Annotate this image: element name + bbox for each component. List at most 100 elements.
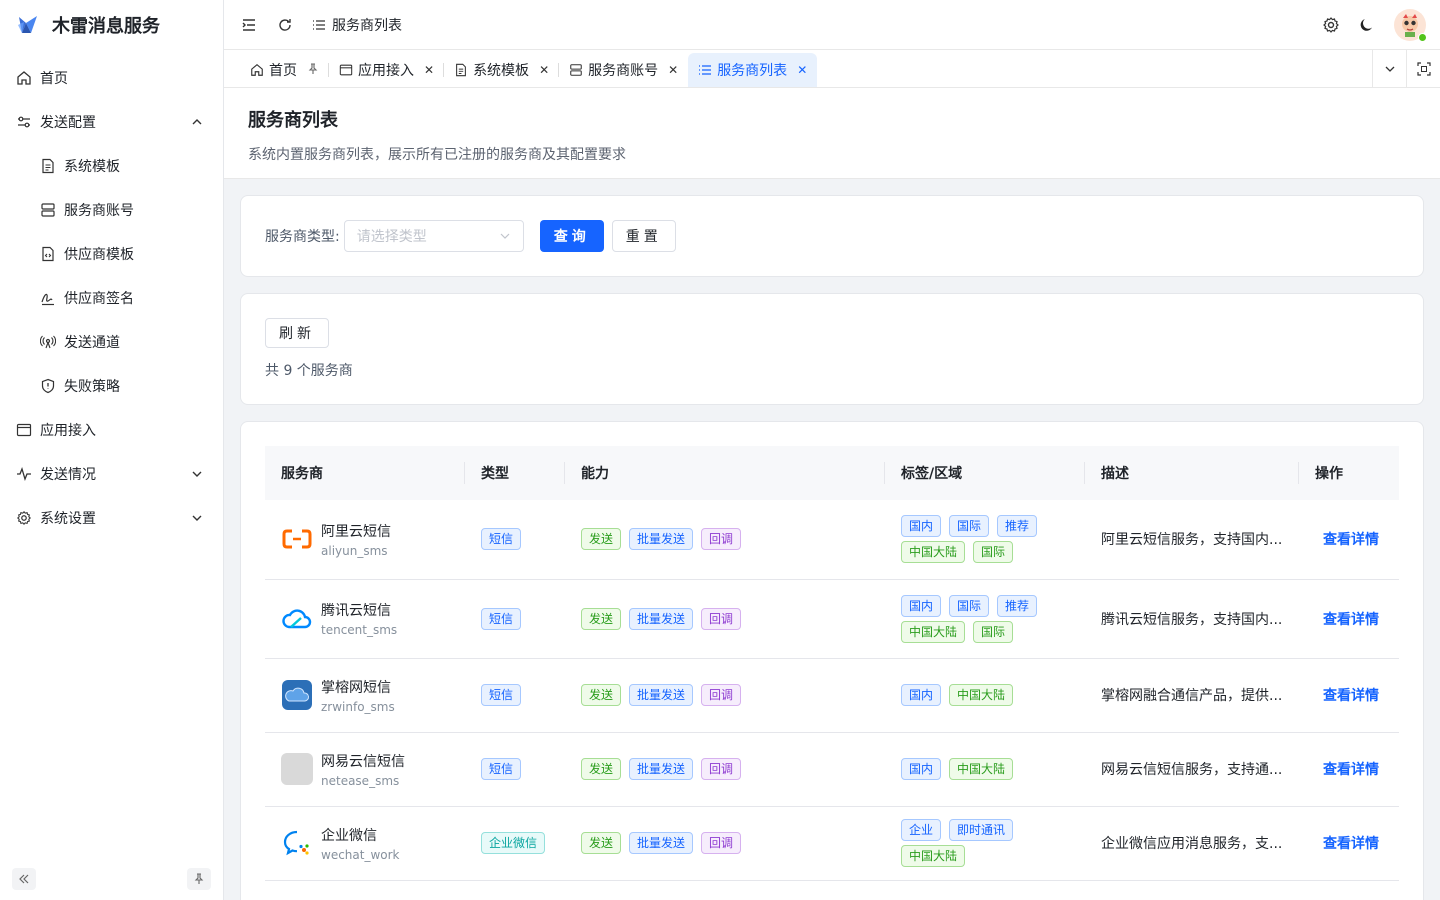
query-button[interactable]: 查询 <box>539 220 604 252</box>
sidebar-item-7[interactable]: 失败策略 <box>0 364 223 408</box>
provider-code: wechat_work <box>321 847 400 862</box>
tab-2[interactable]: 系统模板 ✕ <box>444 53 560 87</box>
close-icon[interactable]: ✕ <box>797 63 807 77</box>
pin-icon <box>194 873 204 884</box>
server-icon <box>569 63 583 77</box>
refresh-list-button[interactable]: 刷新 <box>265 318 329 348</box>
double-chevron-left-icon <box>19 874 29 884</box>
ability-tag: 批量发送 <box>629 528 694 551</box>
file-code-icon <box>40 246 56 262</box>
sidebar-item-10[interactable]: 系统设置 <box>0 496 223 540</box>
description-cell: 掌榕网融合通信产品，提供... <box>1085 658 1299 733</box>
avatar[interactable] <box>1394 9 1427 42</box>
view-details-link[interactable]: 查看详情 <box>1315 612 1379 628</box>
sidebar-item-label: 失败策略 <box>64 379 120 395</box>
provider-name: 腾讯云短信 <box>321 603 391 619</box>
column-header: 描述 <box>1085 446 1299 500</box>
shield-icon <box>40 378 56 394</box>
sidebar-item-2[interactable]: 系统模板 <box>0 144 223 188</box>
action-cell: 查看详情 <box>1299 806 1399 881</box>
region-tag: 国内 <box>901 515 942 538</box>
ability-tag: 批量发送 <box>629 758 694 780</box>
tab-0[interactable]: 首页 <box>240 53 329 87</box>
ability-cell: 发送 批量发送 回调 <box>565 658 885 733</box>
type-cell: 企业微信 <box>465 806 565 881</box>
pin-sidebar-button[interactable] <box>187 868 211 890</box>
menu-fold-icon <box>242 18 255 31</box>
description-cell: 网易云信短信服务，支持通... <box>1085 732 1299 807</box>
type-cell: 短信 <box>465 732 565 807</box>
tab-4[interactable]: 服务商列表 ✕ <box>688 53 818 87</box>
fullscreen-button[interactable] <box>1406 50 1440 88</box>
provider-cell: 阿里云短信 aliyun_sms <box>265 500 465 580</box>
refresh-button[interactable] <box>276 16 294 34</box>
menu-toggle-button[interactable] <box>240 16 258 34</box>
tab-1[interactable]: 应用接入 ✕ <box>329 53 445 87</box>
action-cell: 查看详情 <box>1299 500 1399 580</box>
tabs-dropdown-button[interactable] <box>1372 50 1406 88</box>
sidebar-item-4[interactable]: 供应商模板 <box>0 232 223 276</box>
tencent-cloud-logo-icon <box>281 603 313 635</box>
refresh-icon <box>279 18 291 31</box>
top-header: 服务商列表 <box>224 0 1440 50</box>
close-icon[interactable]: ✕ <box>668 63 678 77</box>
ability-tag: 发送 <box>581 832 622 854</box>
type-cell: 短信 <box>465 579 565 659</box>
file-text-icon <box>454 63 468 77</box>
provider-code: aliyun_sms <box>321 543 388 558</box>
sidebar-item-label: 应用接入 <box>40 423 96 439</box>
view-details-link[interactable]: 查看详情 <box>1315 836 1379 852</box>
provider-count: 共 9 个服务商 <box>265 363 353 379</box>
provider-name: 企业微信 <box>321 827 377 844</box>
ability-cell: 发送 批量发送 回调 <box>565 806 885 881</box>
type-cell: 短信 <box>465 658 565 733</box>
sidebar-item-0[interactable]: 首页 <box>0 56 223 100</box>
provider-description: 阿里云短信服务，支持国内... <box>1101 532 1283 549</box>
theme-toggle-button[interactable] <box>1358 16 1376 34</box>
pin-icon[interactable] <box>307 62 319 78</box>
ability-tag: 回调 <box>701 832 742 854</box>
sliders-icon <box>16 114 32 130</box>
action-cell: 查看详情 <box>1299 658 1399 733</box>
tags-cell: 国内 国际 推荐 中国大陆 国际 <box>885 500 1085 580</box>
tab-3[interactable]: 服务商账号 ✕ <box>559 53 688 87</box>
settings-button[interactable] <box>1322 16 1340 34</box>
page-description: 系统内置服务商列表，展示所有已注册的服务商及其配置要求 <box>248 147 626 163</box>
tab-label: 服务商账号 <box>588 63 659 79</box>
tab-bar: 首页 应用接入 ✕ 系统模板 ✕ 服务商账号 ✕ 服务商列表 ✕ <box>224 50 1440 88</box>
type-tag: 短信 <box>481 607 522 630</box>
chevron-up-icon <box>191 116 203 128</box>
collapse-sidebar-button[interactable] <box>12 868 36 890</box>
close-icon[interactable]: ✕ <box>424 63 434 77</box>
sidebar-item-label: 发送配置 <box>40 115 96 131</box>
provider-code: tencent_sms <box>321 623 398 637</box>
type-tag: 短信 <box>481 758 522 780</box>
region-tag: 推荐 <box>997 515 1038 538</box>
sidebar-item-8[interactable]: 应用接入 <box>0 408 223 452</box>
close-icon[interactable]: ✕ <box>539 63 549 77</box>
table-row: 企业微信 wechat_work 企业微信 发送 批量发送 回调 企业 即时通讯 中国大陆 企业微… <box>265 806 1399 881</box>
view-details-link[interactable]: 查看详情 <box>1315 688 1379 704</box>
sidebar-item-6[interactable]: 发送通道 <box>0 320 223 364</box>
sidebar-item-label: 首页 <box>40 71 68 87</box>
sidebar-item-3[interactable]: 服务商账号 <box>0 188 223 232</box>
region-tag: 国内 <box>901 684 942 706</box>
provider-description: 企业微信应用消息服务，支... <box>1101 836 1283 852</box>
reset-button[interactable]: 重置 <box>611 220 676 252</box>
view-details-link[interactable]: 查看详情 <box>1315 532 1379 548</box>
action-cell: 查看详情 <box>1299 579 1399 659</box>
signature-icon <box>40 290 56 306</box>
table-row: 网易云信短信 netease_sms 短信 发送 批量发送 回调 国内 中国大陆 网易云信短信服… <box>265 732 1399 807</box>
brand[interactable]: 木雷消息服务 <box>0 0 223 50</box>
tab-label: 系统模板 <box>473 63 530 79</box>
sidebar-item-9[interactable]: 发送情况 <box>0 452 223 496</box>
sidebar-item-1[interactable]: 发送配置 <box>0 100 223 144</box>
server-icon <box>40 202 56 218</box>
home-icon <box>16 70 32 86</box>
sidebar-item-5[interactable]: 供应商签名 <box>0 276 223 320</box>
provider-type-select[interactable]: 请选择类型 <box>343 220 524 252</box>
ability-tag: 回调 <box>701 684 742 706</box>
view-details-link[interactable]: 查看详情 <box>1315 762 1379 778</box>
region-tag: 国际 <box>973 541 1014 564</box>
app-title: 木雷消息服务 <box>52 16 160 37</box>
